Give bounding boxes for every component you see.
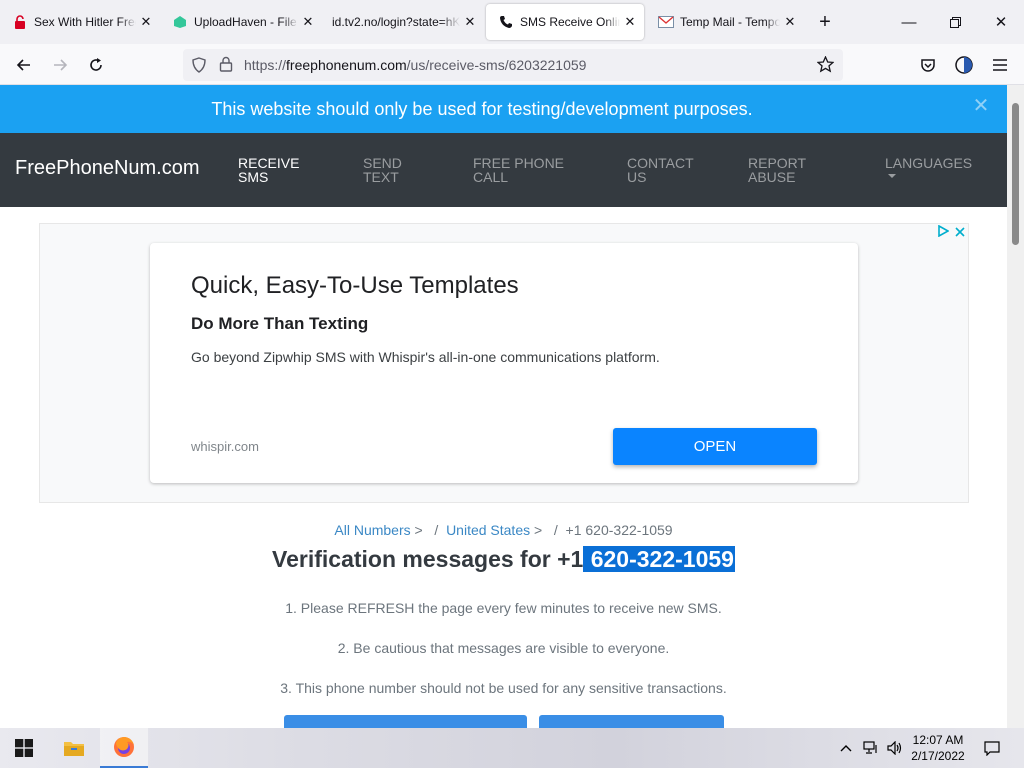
tab-5[interactable]: Temp Mail - Tempor ✕	[646, 4, 804, 40]
new-tab-button[interactable]: +	[808, 0, 842, 44]
clock-time: 12:07 AM	[912, 733, 964, 747]
bookmark-star-icon[interactable]	[816, 55, 835, 78]
close-tab-icon[interactable]: ✕	[298, 12, 318, 32]
breadcrumb-current: +1 620-322-1059	[565, 522, 673, 538]
tab-3[interactable]: id.tv2.no/login?state=hKF ✕	[322, 4, 484, 40]
nav-languages-dropdown[interactable]: Languages	[885, 156, 985, 178]
notifications-icon[interactable]	[978, 728, 1006, 768]
firefox-icon	[114, 737, 134, 757]
note-visible: 2. Be cautious that messages are visible…	[337, 640, 670, 656]
phone-icon	[498, 14, 514, 30]
nav-receive-sms[interactable]: Receive SMS	[238, 156, 318, 184]
forward-button[interactable]	[45, 50, 75, 80]
dropdown-caret-icon	[888, 174, 896, 178]
page-title: Verification messages for +1 620-322-105…	[0, 546, 1007, 573]
nav-free-phone-call[interactable]: Free Phone Call	[473, 156, 573, 184]
tab-4-active[interactable]: SMS Receive Online ✕	[486, 4, 644, 40]
uploadhaven-icon	[172, 14, 188, 30]
page-content: This website should only be used for tes…	[0, 85, 1007, 728]
account-icon[interactable]	[949, 50, 979, 80]
page-title-prefix: Verification messages for +1	[272, 546, 584, 572]
site-navbar: FreePhoneNum.com Receive SMS Send Text F…	[0, 133, 1007, 207]
close-tab-icon[interactable]: ✕	[620, 12, 640, 32]
breadcrumb: All Numbers > / United States > / +1 620…	[0, 522, 1007, 538]
nav-languages-label: Languages	[885, 155, 973, 171]
folder-icon	[64, 742, 84, 756]
breadcrumb-separator: >	[534, 522, 543, 538]
close-tab-icon[interactable]: ✕	[460, 12, 480, 32]
network-icon[interactable]	[860, 728, 882, 768]
start-button[interactable]	[0, 728, 48, 768]
menu-icon[interactable]	[985, 50, 1015, 80]
tab-label: id.tv2.no/login?state=hKF	[332, 15, 460, 29]
tab-label: SMS Receive Online	[520, 15, 620, 29]
firefox-taskbar-button[interactable]	[100, 728, 148, 768]
page-title-number-selected[interactable]: 620-322-1059	[583, 546, 735, 572]
ad-body: Go beyond Zipwhip SMS with Whispir's all…	[191, 349, 660, 365]
breadcrumb-united-states[interactable]: United States	[446, 522, 530, 538]
close-window-button[interactable]: ✕	[978, 0, 1024, 44]
tab-2[interactable]: UploadHaven - File ✕	[160, 4, 322, 40]
file-explorer-button[interactable]	[50, 728, 98, 768]
mail-icon	[658, 14, 674, 30]
ad-close-icon[interactable]	[955, 224, 965, 242]
site-brand[interactable]: FreePhoneNum.com	[15, 157, 200, 180]
url-prefix: https://	[244, 57, 287, 73]
ad-domain[interactable]: whispir.com	[191, 439, 259, 454]
nav-report-abuse[interactable]: Report Abuse	[748, 156, 828, 184]
ad-open-button[interactable]: OPEN	[613, 428, 817, 465]
ad-choices-icon[interactable]	[937, 224, 950, 242]
clock-date: 2/17/2022	[911, 749, 965, 763]
page-scrollbar[interactable]	[1007, 85, 1024, 728]
tab-1[interactable]: Sex With Hitler Free ✕	[0, 4, 160, 40]
pocket-icon[interactable]	[913, 50, 943, 80]
nav-contact-us[interactable]: Contact Us	[627, 156, 707, 184]
breadcrumb-slash: /	[553, 522, 558, 538]
ad-subtitle: Do More Than Texting	[191, 314, 369, 333]
nav-send-text[interactable]: Send Text	[363, 156, 419, 184]
url-host: freephonenum.com	[286, 57, 407, 73]
testing-alert-banner: This website should only be used for tes…	[0, 85, 1007, 133]
action-button-right[interactable]	[539, 715, 724, 728]
minimize-button[interactable]: —	[886, 0, 932, 44]
windows-taskbar: 12:07 AM 2/17/2022	[0, 728, 1024, 768]
tab-label: Temp Mail - Tempor	[680, 15, 780, 29]
tab-label: Sex With Hitler Free	[34, 15, 136, 29]
action-button-left[interactable]	[284, 715, 527, 728]
url-path: /us/receive-sms/6203221059	[406, 57, 587, 73]
close-tab-icon[interactable]: ✕	[136, 12, 156, 32]
scrollbar-thumb[interactable]	[1012, 103, 1019, 245]
shield-icon[interactable]	[191, 57, 207, 78]
ad-title[interactable]: Quick, Easy-To-Use Templates	[191, 272, 519, 300]
close-tab-icon[interactable]: ✕	[780, 12, 800, 32]
advertisement: Quick, Easy-To-Use Templates Do More Tha…	[39, 223, 969, 503]
ad-card[interactable]: Quick, Easy-To-Use Templates Do More Tha…	[150, 243, 858, 483]
back-button[interactable]	[9, 50, 39, 80]
windows-logo-icon	[15, 739, 33, 757]
alert-text: This website should only be used for tes…	[211, 98, 753, 119]
note-refresh: 1. Please REFRESH the page every few min…	[285, 600, 722, 616]
breadcrumb-all-numbers[interactable]: All Numbers	[334, 522, 410, 538]
breadcrumb-slash: /	[434, 522, 439, 538]
lock-red-icon	[12, 14, 28, 30]
note-sensitive: 3. This phone number should not be used …	[280, 680, 727, 696]
url-bar[interactable]: https://freephonenum.com/us/receive-sms/…	[183, 49, 843, 81]
reload-button[interactable]	[81, 50, 111, 80]
tab-bar: Sex With Hitler Free ✕ UploadHaven - Fil…	[0, 0, 1024, 44]
close-alert-icon[interactable]: ✕	[971, 95, 991, 117]
breadcrumb-separator: >	[414, 522, 423, 538]
tab-label: UploadHaven - File	[194, 15, 297, 29]
show-hidden-icons-icon[interactable]	[836, 728, 856, 768]
system-clock[interactable]: 12:07 AM 2/17/2022	[903, 732, 973, 764]
maximize-button[interactable]	[932, 0, 978, 44]
url-text[interactable]: https://freephonenum.com/us/receive-sms/…	[244, 57, 586, 73]
navigation-toolbar: https://freephonenum.com/us/receive-sms/…	[0, 44, 1024, 85]
ad-choices[interactable]	[937, 224, 965, 242]
lock-icon[interactable]	[219, 56, 233, 77]
